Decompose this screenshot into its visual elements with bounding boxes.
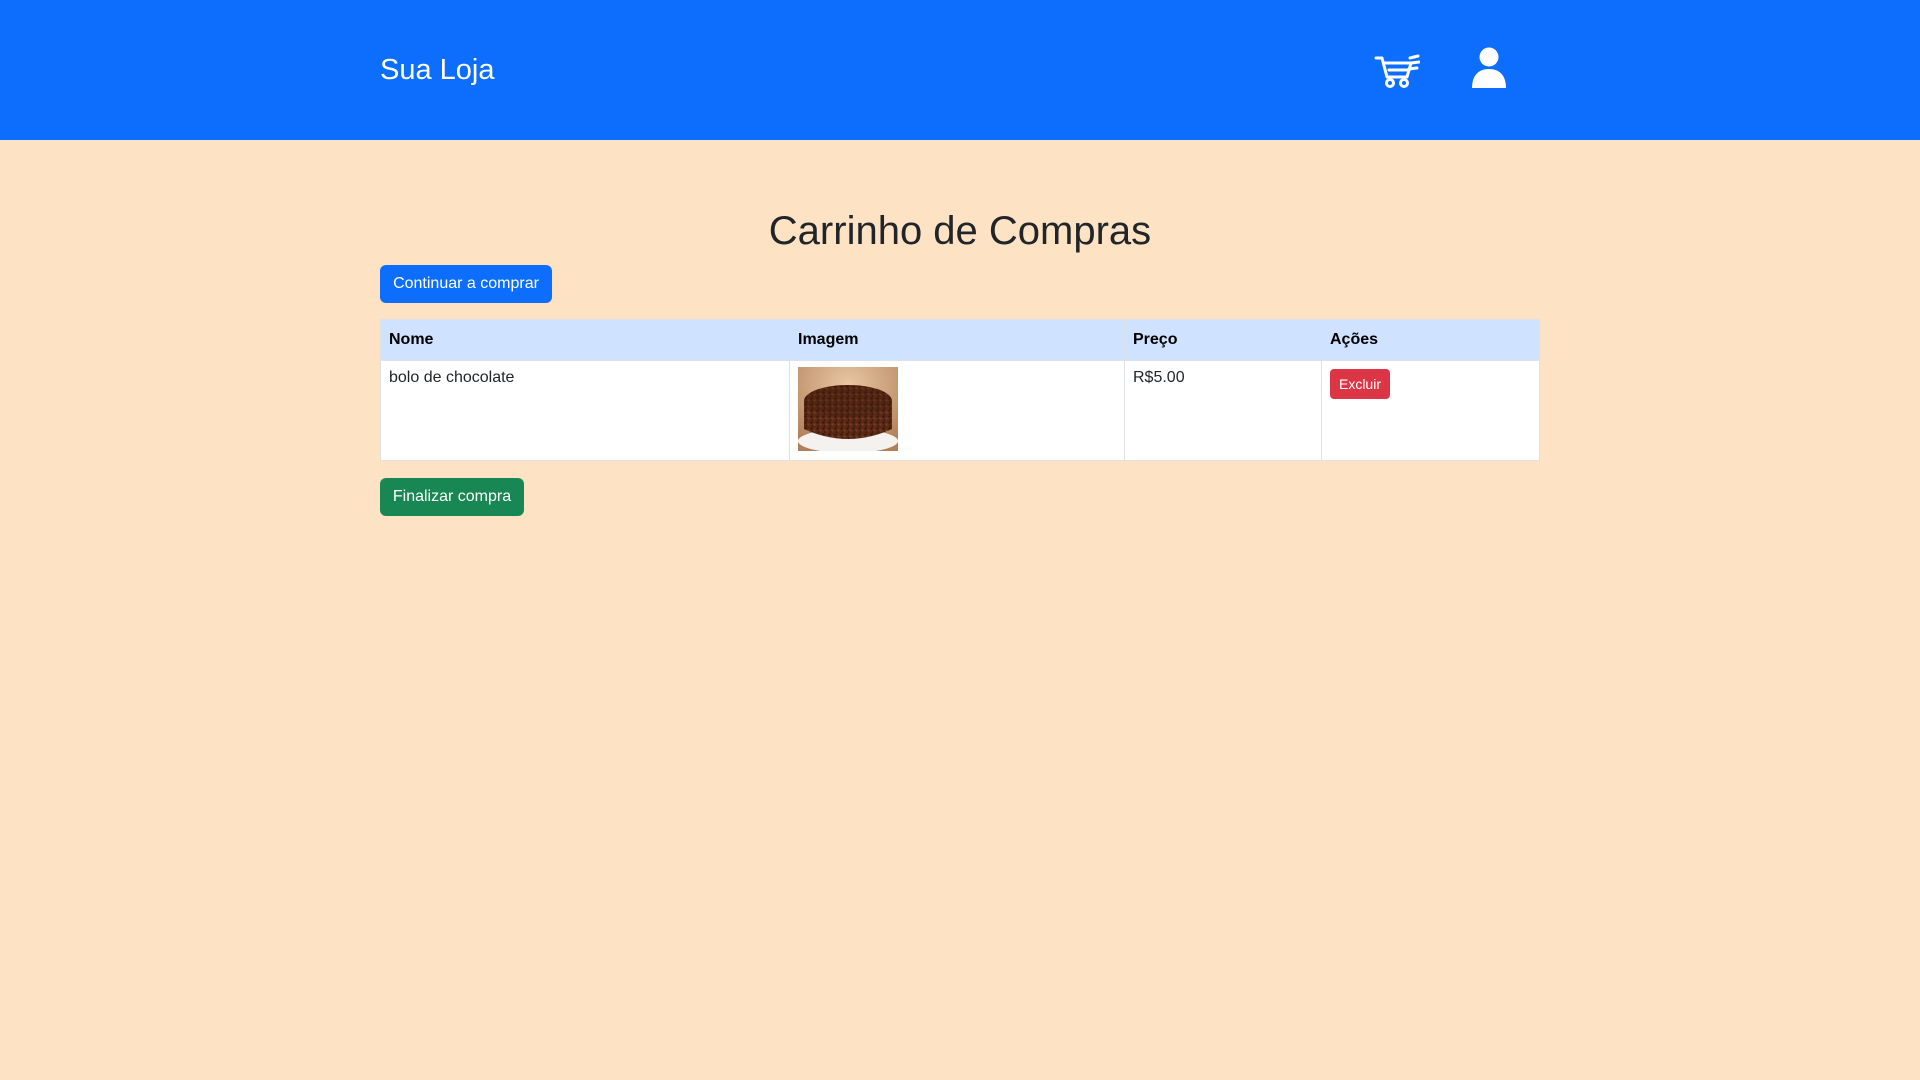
product-name-cell: bolo de chocolate [380,360,790,461]
column-header-price: Preço [1124,319,1322,361]
table-row: bolo de chocolate R$5.00 Excluir [380,360,1540,461]
cart-link[interactable] [1374,50,1421,90]
top-navbar: Sua Loja [0,0,1920,140]
user-icon [1472,47,1506,88]
page-title: Carrinho de Compras [768,209,1152,253]
product-image-cell [789,360,1125,461]
user-link[interactable] [1470,46,1508,90]
brand-link[interactable]: Sua Loja [380,52,495,88]
product-price-cell: R$5.00 [1124,360,1322,461]
cart-icon [1374,54,1421,88]
column-header-image: Imagem [789,319,1125,361]
column-header-name: Nome [380,319,790,361]
column-header-actions: Ações [1321,319,1540,361]
cart-table: Nome Imagem Preço Ações bolo de chocolat… [380,319,1540,461]
continue-shopping-button[interactable]: Continuar a comprar [380,265,552,303]
checkout-button[interactable]: Finalizar compra [380,478,524,516]
table-header-row: Nome Imagem Preço Ações [380,319,1540,361]
chocolate-cake-image [798,367,898,451]
product-actions-cell: Excluir [1321,360,1540,461]
delete-button[interactable]: Excluir [1330,369,1390,399]
